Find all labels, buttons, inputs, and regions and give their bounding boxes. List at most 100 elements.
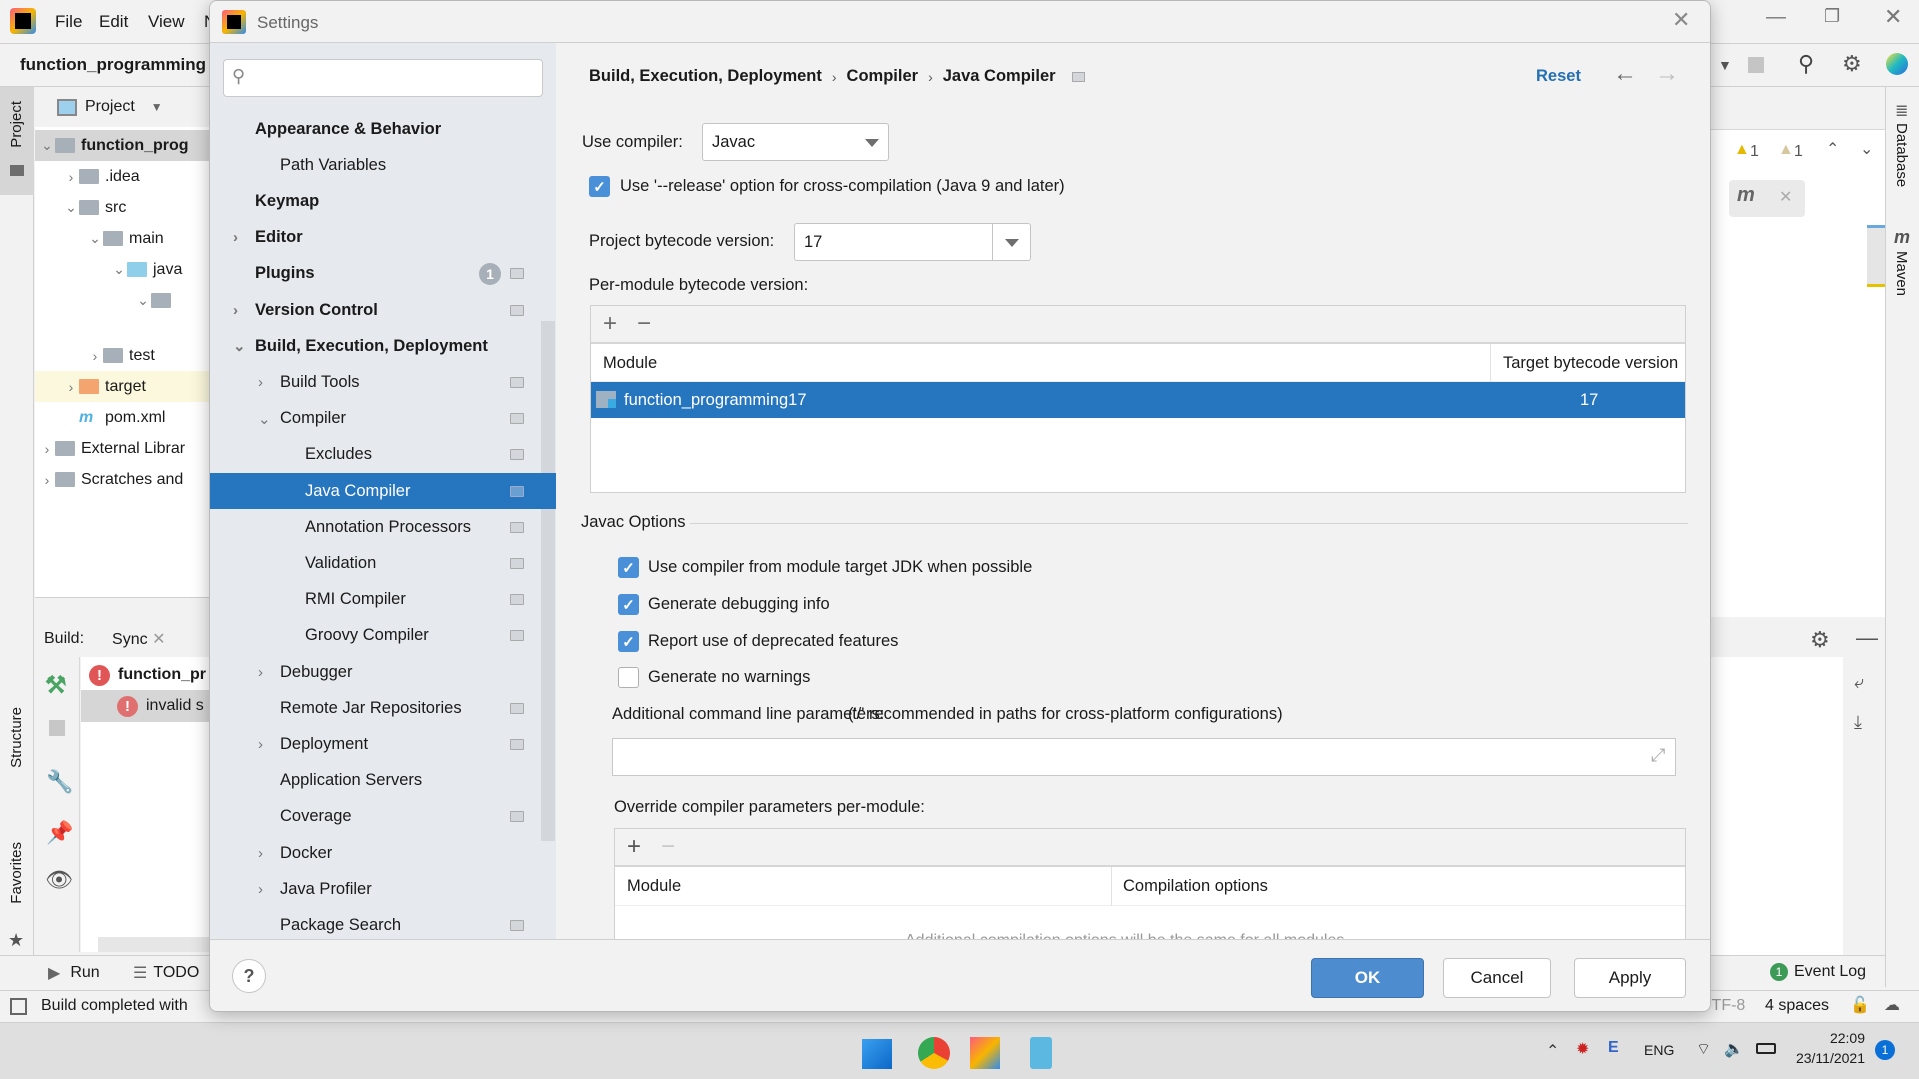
project-tree-node[interactable]: ⌄ [35,285,215,316]
nav-item[interactable]: Groovy Compiler [210,618,556,654]
chevron-right-icon[interactable]: › [233,302,238,319]
javac-option-checkbox[interactable]: ✓ [618,594,639,615]
nav-item[interactable]: › Editor [210,220,556,256]
todo-tool-button[interactable]: ☰ TODO [133,963,199,983]
additional-params-input[interactable]: ⤢ [612,738,1676,776]
project-title[interactable]: function_programming [20,55,206,75]
column-header-compilation-options[interactable]: Compilation options [1123,877,1268,896]
bug-tray-icon[interactable]: ✹ [1576,1039,1589,1059]
add-icon[interactable]: + [627,833,641,861]
project-tree-node[interactable]: › target [35,371,215,402]
maven-tool-tab[interactable]: m Maven [1886,227,1919,317]
language-indicator[interactable]: ENG [1644,1042,1674,1058]
nav-item[interactable]: Validation [210,545,556,581]
back-arrow-icon[interactable]: ← [1613,60,1637,88]
intellij-taskbar-icon[interactable] [970,1037,1000,1069]
run-tool-button[interactable]: ▶ Run [48,963,100,983]
nav-item[interactable]: ⌄ Build, Execution, Deployment [210,328,556,364]
nav-item[interactable]: › Build Tools [210,364,556,400]
menu-view[interactable]: View [148,12,185,32]
search-everywhere-icon[interactable]: ⚲ [1798,51,1814,77]
hide-icon[interactable]: — [1856,625,1878,651]
chevron-down-icon[interactable]: ⌄ [39,137,55,154]
chevron-down-icon[interactable]: ⌄ [135,292,151,309]
forward-arrow-icon[interactable]: → [1655,60,1679,88]
help-cloud-icon[interactable]: ☁ [1884,995,1900,1015]
chevron-right-icon[interactable]: › [233,229,238,246]
chevron-right-icon[interactable]: › [258,845,263,862]
apply-button[interactable]: Apply [1574,958,1686,998]
nav-item[interactable]: › Version Control [210,292,556,328]
layout-toggle-icon[interactable] [10,998,27,1015]
settings-gear-icon[interactable]: ⚙ [1810,627,1830,653]
chevron-right-icon[interactable]: › [258,374,263,391]
chevron-right-icon[interactable]: › [258,664,263,681]
clock-date[interactable]: 23/11/2021 [1795,1050,1865,1066]
scroll-to-end-icon[interactable]: ⤓ [1854,712,1862,733]
horizontal-scrollbar[interactable] [98,937,215,952]
chevron-down-icon[interactable]: ⌄ [111,261,127,278]
nav-item[interactable]: › Deployment [210,726,556,762]
settings-search-input[interactable]: ⚲ [223,59,543,97]
javac-option-checkbox[interactable]: ✓ [618,557,639,578]
status-message[interactable]: Build completed with [41,997,188,1015]
chevron-right-icon[interactable]: › [39,441,55,457]
clock-time[interactable]: 22:09 [1815,1030,1865,1046]
code-with-me-icon[interactable] [1886,53,1908,75]
menu-file[interactable]: File [55,12,82,32]
warning-icon[interactable]: ▲ [1734,141,1750,159]
chevron-down-icon[interactable]: ⌄ [1860,139,1873,159]
cancel-button[interactable]: Cancel [1443,958,1551,998]
project-tree-node[interactable]: › External Librar [35,433,215,464]
database-tool-tab[interactable]: ≣ Database [1886,101,1919,211]
column-header-module[interactable]: Module [603,354,657,373]
soft-wrap-icon[interactable]: ⤶ [1854,672,1864,693]
target-version-cell[interactable]: 17 [1580,391,1598,410]
sync-tab[interactable]: Sync ✕ [112,629,165,649]
start-button-icon[interactable] [862,1039,892,1069]
settings-gear-icon[interactable]: ⚙ [1842,51,1862,77]
javac-option-checkbox[interactable] [618,667,639,688]
column-header-module[interactable]: Module [627,877,681,896]
chevron-down-icon[interactable]: ⌄ [233,337,246,355]
battery-icon[interactable] [1756,1043,1776,1054]
minimize-icon[interactable]: — [1766,6,1786,29]
remove-icon[interactable]: − [661,833,675,861]
nav-item[interactable]: › Debugger [210,654,556,690]
run-config-dropdown-icon[interactable]: ▼ [1718,57,1732,73]
reset-link[interactable]: Reset [1536,67,1581,86]
dialog-title-bar[interactable]: Settings ✕ [210,1,1710,43]
nav-item[interactable]: Appearance & Behavior [210,111,556,147]
error-stripe[interactable] [1867,225,1885,287]
stop-icon[interactable] [1748,57,1764,73]
nav-item[interactable]: Keymap [210,183,556,219]
eye-icon[interactable]: 👁 [45,867,73,893]
chrome-icon[interactable] [918,1037,950,1069]
project-tree-node[interactable]: ⌄ java [35,254,215,285]
nav-item[interactable]: RMI Compiler [210,582,556,618]
close-icon[interactable]: ✕ [152,631,165,648]
chevron-up-icon[interactable]: ⌃ [1546,1041,1559,1061]
project-tree-node[interactable]: › test [35,340,215,371]
nav-item[interactable]: Excludes [210,437,556,473]
project-panel-header[interactable]: Project ▼ [35,87,215,127]
project-tree-node[interactable]: ⌄ main [35,223,215,254]
build-tree-row[interactable]: ! invalid s [81,690,215,722]
nav-item[interactable]: Coverage [210,799,556,835]
nav-item[interactable]: Application Servers [210,763,556,799]
nav-item[interactable]: › Java Profiler [210,871,556,907]
search-field[interactable] [258,66,528,90]
chevron-down-icon[interactable]: ⌄ [87,230,103,247]
expand-icon[interactable]: ⤢ [1651,745,1665,766]
project-tool-tab[interactable]: Project [0,87,34,195]
table-row[interactable]: function_programming17 17 [591,382,1685,418]
nav-item[interactable]: › Docker [210,835,556,871]
close-dialog-icon[interactable]: ✕ [1672,7,1690,33]
project-tree-node[interactable]: ⌄ src [35,192,215,223]
e-tray-icon[interactable]: E [1608,1039,1619,1057]
chevron-right-icon[interactable]: › [39,472,55,488]
nav-item[interactable]: Java Compiler [210,473,556,509]
notification-badge[interactable]: 1 [1875,1040,1895,1060]
project-tree-node[interactable]: › .idea [35,161,215,192]
project-bytecode-select[interactable]: 17 [794,223,1031,261]
